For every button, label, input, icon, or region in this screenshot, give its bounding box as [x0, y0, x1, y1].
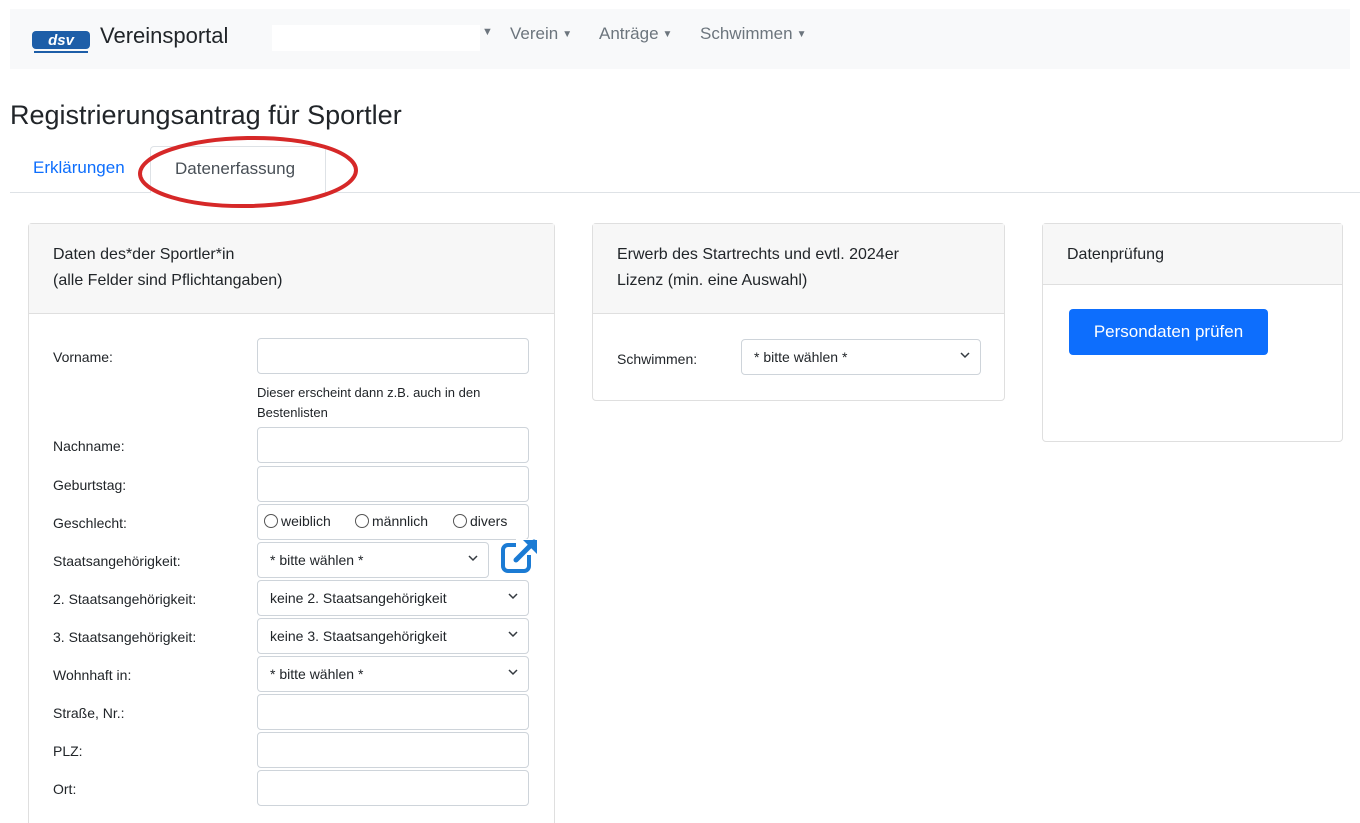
- radio-circle-icon: [264, 514, 278, 528]
- chevron-down-icon: [508, 669, 518, 676]
- staatsangehoerigkeit-2-label: 2. Staatsangehörigkeit:: [53, 591, 197, 607]
- radio-weiblich[interactable]: weiblich: [264, 513, 331, 529]
- redacted-club-selector[interactable]: [272, 25, 480, 51]
- license-card-header: Erwerb des Startrechts und evtl. 2024er …: [593, 224, 1004, 314]
- nav-item-verein[interactable]: Verein ▼: [510, 24, 572, 44]
- geburtstag-input[interactable]: [257, 466, 529, 502]
- radio-divers[interactable]: divers: [453, 513, 507, 529]
- tab-datenerfassung[interactable]: Datenerfassung: [150, 146, 326, 193]
- geschlecht-label: Geschlecht:: [53, 515, 127, 531]
- radio-maennlich[interactable]: männlich: [355, 513, 428, 529]
- tab-erklaerungen[interactable]: Erklärungen: [33, 158, 125, 178]
- top-navbar: dsv Vereinsportal ▼ Verein ▼ Anträge ▼ Sch…: [10, 9, 1350, 69]
- ort-input[interactable]: [257, 770, 529, 806]
- svg-text:dsv: dsv: [48, 32, 76, 49]
- chevron-down-icon: [508, 631, 518, 638]
- nav-item-antraege[interactable]: Anträge ▼: [599, 24, 672, 44]
- caret-down-icon[interactable]: ▼: [482, 26, 493, 38]
- schwimmen-label: Schwimmen:: [617, 351, 698, 367]
- brand-name[interactable]: Vereinsportal: [100, 23, 228, 49]
- wohnhaft-label: Wohnhaft in:: [53, 667, 132, 683]
- staatsangehoerigkeit-3-label: 3. Staatsangehörigkeit:: [53, 629, 197, 645]
- caret-down-icon: ▼: [662, 29, 673, 40]
- athlete-card-header: Daten des*der Sportler*in (alle Felder s…: [29, 224, 554, 314]
- chevron-down-icon: [508, 593, 518, 600]
- staatsangehoerigkeit-3-select[interactable]: keine 3. Staatsangehörigkeit: [257, 618, 529, 654]
- vorname-label: Vorname:: [53, 349, 113, 365]
- plz-input[interactable]: [257, 732, 529, 768]
- data-check-card: Datenprüfung Persondaten prüfen: [1042, 223, 1343, 442]
- schwimmen-select[interactable]: * bitte wählen *: [741, 339, 981, 375]
- radio-circle-icon: [355, 514, 369, 528]
- chevron-down-icon: [468, 555, 478, 562]
- nachname-label: Nachname:: [53, 438, 125, 454]
- plz-label: PLZ:: [53, 743, 83, 759]
- wohnhaft-select[interactable]: * bitte wählen *: [257, 656, 529, 692]
- external-link-icon[interactable]: [499, 535, 541, 577]
- strasse-label: Straße, Nr.:: [53, 705, 125, 721]
- strasse-input[interactable]: [257, 694, 529, 730]
- dsv-logo[interactable]: dsv: [32, 25, 90, 55]
- radio-circle-icon: [453, 514, 467, 528]
- check-person-data-button[interactable]: Persondaten prüfen: [1069, 309, 1268, 355]
- vorname-input[interactable]: [257, 338, 529, 374]
- caret-down-icon: ▼: [796, 29, 807, 40]
- caret-down-icon: ▼: [562, 29, 573, 40]
- athlete-data-card: Daten des*der Sportler*in (alle Felder s…: [28, 223, 555, 823]
- staatsangehoerigkeit-select[interactable]: * bitte wählen *: [257, 542, 489, 578]
- nachname-input[interactable]: [257, 427, 529, 463]
- license-card: Erwerb des Startrechts und evtl. 2024er …: [592, 223, 1005, 401]
- geburtstag-label: Geburtstag:: [53, 477, 127, 493]
- staatsangehoerigkeit-2-select[interactable]: keine 2. Staatsangehörigkeit: [257, 580, 529, 616]
- nav-item-schwimmen[interactable]: Schwimmen ▼: [700, 24, 807, 44]
- ort-label: Ort:: [53, 781, 77, 797]
- tab-datenerfassung-label: Datenerfassung: [175, 159, 296, 178]
- data-check-card-header: Datenprüfung: [1043, 224, 1342, 285]
- staatsangehoerigkeit-label: Staatsangehörigkeit:: [53, 553, 181, 569]
- vorname-help-text: Dieser erscheint dann z.B. auch in den B…: [257, 385, 481, 420]
- chevron-down-icon: [960, 352, 970, 359]
- page-title: Registrierungsantrag für Sportler: [10, 100, 402, 130]
- geschlecht-radio-group: weiblich männlich divers: [257, 504, 529, 540]
